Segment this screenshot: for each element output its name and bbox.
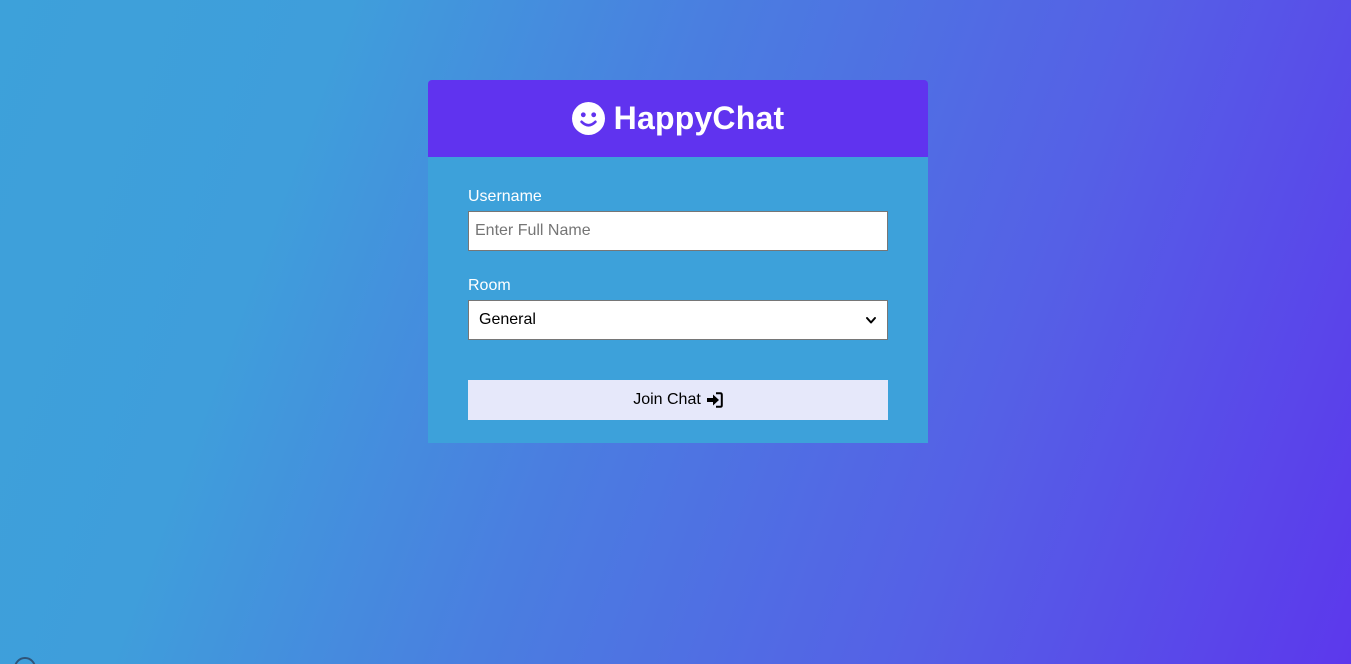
app-title: HappyChat [613,100,785,136]
card-header: HappyChat [428,80,928,157]
room-select-box[interactable]: General [468,300,888,340]
username-group: Username [468,188,888,251]
sign-in-icon [706,392,723,408]
join-chat-button[interactable]: Join Chat [468,380,888,420]
room-select[interactable]: General [468,300,888,340]
room-group: Room General [468,277,888,340]
room-selected-value: General [479,311,536,328]
smiley-face-icon [571,102,605,135]
join-chat-label: Join Chat [633,391,701,408]
join-card: HappyChat Username Room General Join Cha… [428,80,928,443]
chevron-down-icon [866,317,876,324]
corner-indicator [14,657,36,664]
username-label: Username [468,188,542,205]
room-label: Room [468,277,511,294]
card-body: Username Room General Join Chat [428,157,928,443]
username-input[interactable] [468,211,888,251]
